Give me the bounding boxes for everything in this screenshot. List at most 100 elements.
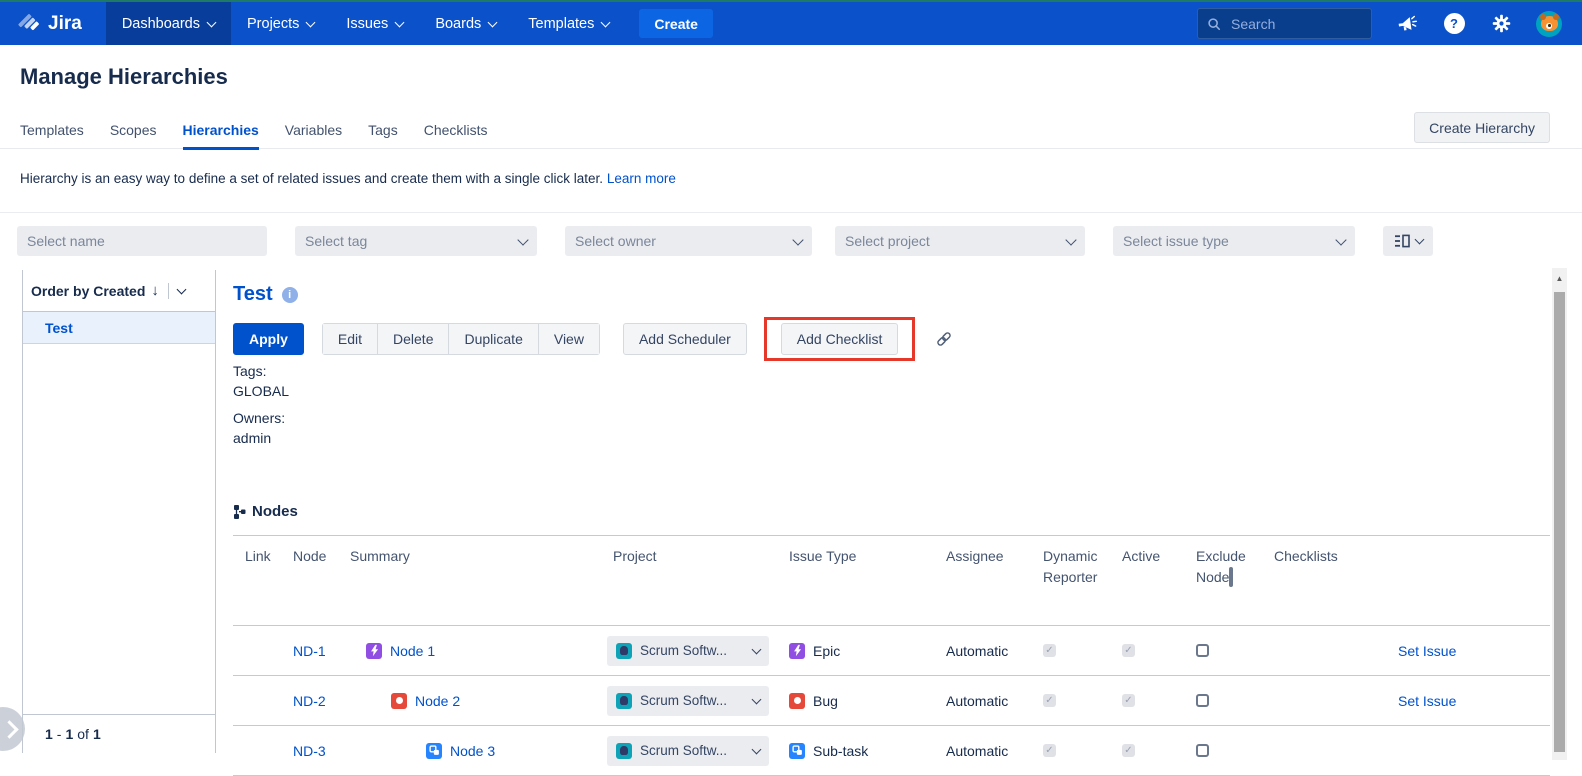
create-button[interactable]: Create [639, 9, 713, 38]
dynamic-reporter-cell: ✓ [1038, 694, 1119, 707]
exclude-node-cell [1188, 694, 1272, 707]
select-owner-filter[interactable]: Select owner [565, 226, 812, 256]
tab-hierarchies[interactable]: Hierarchies [183, 118, 259, 150]
column-header-checklists: Checklists [1272, 536, 1550, 625]
checklists-cell: Set Issue [1272, 693, 1550, 709]
epic-icon [366, 643, 382, 659]
nav-item-dashboards[interactable]: Dashboards [106, 2, 231, 45]
tab-scopes[interactable]: Scopes [110, 118, 157, 148]
assignee-value: Automatic [946, 643, 1008, 659]
node-summary-link[interactable]: Node 1 [390, 643, 435, 659]
select-project-filter[interactable]: Select project [835, 226, 1085, 256]
exclude-node-checkbox[interactable] [1196, 744, 1209, 757]
hierarchy-actions: Apply Edit Delete Duplicate View Add Sch… [233, 323, 960, 355]
vertical-scrollbar[interactable]: ▲ [1552, 268, 1567, 760]
issue-type-cell: Sub-task [787, 743, 944, 759]
column-config-button[interactable] [1383, 226, 1433, 256]
column-header-active: Active [1119, 536, 1188, 625]
summary-cell: Node 1 [348, 643, 607, 659]
project-avatar-icon [616, 693, 632, 709]
apply-button[interactable]: Apply [233, 323, 304, 355]
exclude-node-cell [1188, 744, 1272, 757]
table-row: ND-2Node 2Scrum Softw...BugAutomatic✓✓Se… [233, 676, 1550, 726]
active-cell: ✓ [1119, 644, 1188, 657]
info-icon[interactable]: i [282, 287, 298, 303]
search-icon [1207, 17, 1221, 31]
chevron-down-icon [517, 234, 528, 245]
dynamic-reporter-cell: ✓ [1038, 644, 1119, 657]
global-search[interactable] [1197, 8, 1372, 39]
nav-item-templates[interactable]: Templates [512, 2, 625, 45]
set-issue-link[interactable]: Set Issue [1398, 643, 1456, 659]
chevron-right-icon [0, 720, 18, 738]
nav-item-projects[interactable]: Projects [231, 2, 330, 45]
scrollbar-up-arrow[interactable]: ▲ [1552, 268, 1567, 288]
tab-tags[interactable]: Tags [368, 118, 398, 148]
table-row: ND-1Node 1Scrum Softw...EpicAutomatic✓✓S… [233, 626, 1550, 676]
learn-more-link[interactable]: Learn more [607, 171, 676, 186]
assignee-cell: Automatic [944, 693, 1038, 709]
tags-label: Tags: [233, 361, 289, 381]
chevron-down-icon [1065, 234, 1076, 245]
view-button[interactable]: View [539, 323, 600, 355]
chevron-down-icon [752, 694, 762, 704]
section-divider [0, 212, 1582, 213]
node-key-link[interactable]: ND-1 [293, 643, 326, 659]
project-select[interactable]: Scrum Softw... [607, 736, 769, 766]
add-scheduler-button[interactable]: Add Scheduler [623, 323, 747, 355]
column-header-project: Project [607, 536, 787, 625]
subtask-icon [789, 743, 805, 759]
jira-logo[interactable]: Jira [0, 2, 106, 45]
red-annotation-box: Add Checklist [764, 317, 916, 361]
nav-item-issues[interactable]: Issues [330, 2, 419, 45]
jira-logo-icon [18, 13, 40, 35]
select-name-filter[interactable] [17, 226, 267, 256]
node-key-link[interactable]: ND-3 [293, 743, 326, 759]
chevron-down-icon [752, 744, 762, 754]
select-tag-filter[interactable]: Select tag [295, 226, 537, 256]
node-summary-link[interactable]: Node 2 [415, 693, 460, 709]
active-checkbox: ✓ [1122, 744, 1135, 757]
project-cell: Scrum Softw... [607, 636, 787, 666]
assignee-cell: Automatic [944, 743, 1038, 759]
exclude-all-checkbox[interactable] [1229, 567, 1233, 587]
order-by-control[interactable]: Order by Created ↓ [23, 270, 215, 312]
project-cell: Scrum Softw... [607, 686, 787, 716]
delete-button[interactable]: Delete [378, 323, 449, 355]
chevron-down-icon [207, 17, 217, 27]
feedback-megaphone-icon[interactable] [1395, 12, 1419, 36]
hierarchy-list-item[interactable]: Test [23, 312, 215, 344]
chevron-down-icon [306, 17, 316, 27]
duplicate-button[interactable]: Duplicate [449, 323, 538, 355]
create-hierarchy-button[interactable]: Create Hierarchy [1414, 112, 1550, 143]
bug-icon [789, 693, 805, 709]
node-cell: ND-2 [290, 693, 348, 709]
exclude-node-checkbox[interactable] [1196, 644, 1209, 657]
scrollbar-thumb[interactable] [1554, 292, 1565, 752]
action-button-group: Edit Delete Duplicate View [322, 323, 600, 355]
tab-templates[interactable]: Templates [20, 118, 84, 148]
tab-variables[interactable]: Variables [285, 118, 342, 148]
sort-direction-icon[interactable]: ↓ [151, 282, 159, 299]
project-select[interactable]: Scrum Softw... [607, 636, 769, 666]
project-select[interactable]: Scrum Softw... [607, 686, 769, 716]
exclude-node-checkbox[interactable] [1196, 694, 1209, 707]
copy-link-icon[interactable] [928, 323, 960, 355]
chevron-down-icon[interactable] [176, 284, 186, 294]
search-input[interactable] [1229, 15, 1343, 33]
tab-checklists[interactable]: Checklists [424, 118, 488, 148]
node-summary-link[interactable]: Node 3 [450, 743, 495, 759]
column-header-issue-type: Issue Type [787, 536, 944, 625]
add-checklist-button[interactable]: Add Checklist [781, 323, 899, 355]
node-key-link[interactable]: ND-2 [293, 693, 326, 709]
user-avatar[interactable] [1536, 11, 1562, 37]
node-cell: ND-1 [290, 643, 348, 659]
help-icon[interactable]: ? [1442, 12, 1466, 36]
set-issue-link[interactable]: Set Issue [1398, 693, 1456, 709]
avatar-image [1541, 16, 1558, 31]
settings-gear-icon[interactable] [1489, 12, 1513, 36]
edit-button[interactable]: Edit [322, 323, 378, 355]
checklists-cell: Set Issue [1272, 643, 1550, 659]
nav-item-boards[interactable]: Boards [419, 2, 512, 45]
select-issue-type-filter[interactable]: Select issue type [1113, 226, 1355, 256]
